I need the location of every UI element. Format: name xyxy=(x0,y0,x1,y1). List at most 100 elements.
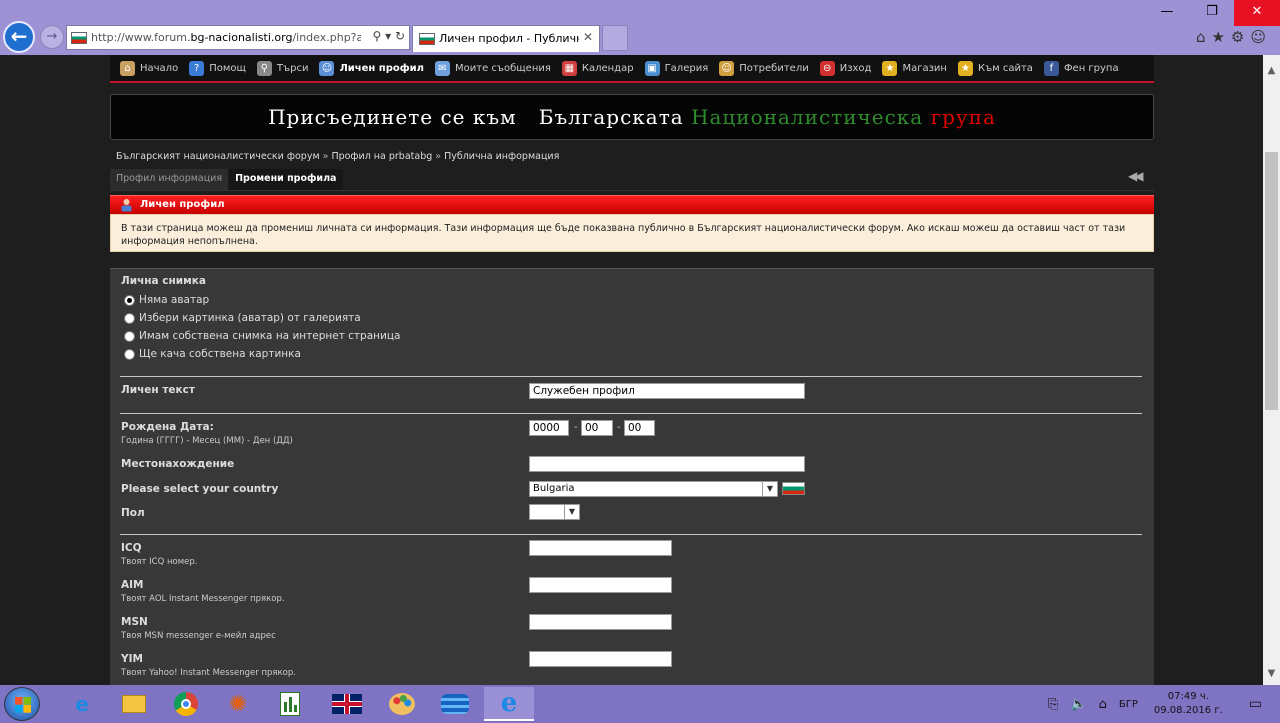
menu-item-6[interactable]: ▣ Галерия xyxy=(644,60,709,76)
back-button[interactable]: ← xyxy=(3,21,35,53)
volume-icon[interactable]: 🔈 xyxy=(1070,697,1086,712)
show-hidden-icon[interactable]: ⌂ xyxy=(1099,697,1107,712)
avatar-option-label: Избери картинка (аватар) от галерията xyxy=(139,312,361,324)
gender-select[interactable]: ▼ xyxy=(529,504,580,520)
forward-button[interactable]: → xyxy=(40,25,64,49)
scroll-down-icon[interactable]: ▼ xyxy=(1263,668,1280,679)
chrome-icon[interactable] xyxy=(161,687,211,721)
radio-upload[interactable] xyxy=(124,348,135,360)
windows-taskbar: e ✺ e ⎘ 🔈 ⌂ БГР 07:49 ч. 09.08.2016 г. ▭ xyxy=(0,685,1280,723)
menu-item-label: Галерия xyxy=(664,62,709,74)
new-tab-button[interactable] xyxy=(602,25,628,51)
birthdate-hint: Година (ГГГГ) - Месец (ММ) - Ден (ДД) xyxy=(121,436,293,446)
address-actions-icon[interactable]: ⚲ ▾ ↻ xyxy=(373,29,406,43)
gallery-icon: ▣ xyxy=(644,60,660,76)
menu-item-5[interactable]: ▦ Календар xyxy=(561,60,634,76)
menu-item-10[interactable]: ★ Към сайта xyxy=(957,60,1033,76)
avatar-option-none[interactable]: Няма аватар xyxy=(124,294,209,306)
avatar-option-upload[interactable]: Ще кача собствена картинка xyxy=(124,348,301,360)
close-window-button[interactable]: ✕ xyxy=(1234,0,1280,26)
avatar-option-gallery[interactable]: Избери картинка (аватар) от галерията xyxy=(124,312,361,324)
menu-item-label: Изход xyxy=(839,62,872,74)
icq-hint: Твоят ICQ номер. xyxy=(121,557,198,567)
section-title: Личен профил xyxy=(140,199,225,210)
icq-input[interactable] xyxy=(529,540,672,556)
breadcrumb-profile[interactable]: Профил на prbatabg xyxy=(331,151,432,162)
menu-item-0[interactable]: ⌂ Начало xyxy=(120,60,178,76)
paint-icon[interactable]: ✺ xyxy=(213,687,263,721)
chevron-down-icon: ▼ xyxy=(564,505,579,519)
personal-text-input[interactable]: Служебен профил xyxy=(529,383,805,399)
user-icon xyxy=(121,199,132,212)
notification-icon[interactable]: ▭ xyxy=(1249,696,1262,712)
aim-input[interactable] xyxy=(529,577,672,593)
menu-item-label: Фен група xyxy=(1063,62,1119,74)
minimize-button[interactable]: — xyxy=(1144,0,1190,26)
country-select[interactable]: Bulgaria ▼ xyxy=(529,481,778,497)
menu-item-11[interactable]: f Фен група xyxy=(1043,60,1119,76)
scroll-thumb[interactable] xyxy=(1265,152,1278,410)
tab-profile-info[interactable]: Профил информация xyxy=(110,169,230,190)
birth-year-input[interactable]: 0000 xyxy=(529,420,569,436)
uk-flag-icon[interactable] xyxy=(322,687,372,721)
location-input[interactable] xyxy=(529,456,805,472)
menu-item-1[interactable]: ? Помощ xyxy=(189,60,246,76)
menu-item-3[interactable]: ☺ Личен профил xyxy=(319,60,424,76)
msn-hint: Твоя MSN messenger е-мейл адрес xyxy=(121,631,276,641)
language-indicator[interactable]: БГР xyxy=(1119,699,1138,710)
logout-icon: ⊖ xyxy=(819,60,835,76)
site-star-icon: ★ xyxy=(957,60,973,76)
yim-input[interactable] xyxy=(529,651,672,667)
tab-edit-profile[interactable]: Промени профила xyxy=(229,169,344,190)
home-icon: ⌂ xyxy=(120,60,135,76)
ie-icon[interactable]: e xyxy=(484,687,534,721)
avatar-option-label: Имам собствена снимка на интернет страни… xyxy=(139,330,401,342)
radio-url[interactable] xyxy=(124,330,135,342)
avatar-option-url[interactable]: Имам собствена снимка на интернет страни… xyxy=(124,330,400,342)
vertical-scrollbar[interactable]: ▲ ▼ xyxy=(1263,55,1280,685)
aim-label: AIM xyxy=(121,579,144,591)
avatar-option-label: Ще кача собствена картинка xyxy=(139,348,301,360)
menu-item-9[interactable]: ★ Магазин xyxy=(882,60,947,76)
browser-tab[interactable]: Личен профил - Публичн... ✕ xyxy=(412,25,600,52)
charts-icon[interactable] xyxy=(265,687,315,721)
radio-gallery[interactable] xyxy=(124,312,135,324)
birth-month-input[interactable]: 00 xyxy=(581,420,613,436)
bulgaria-flag-icon xyxy=(782,482,805,495)
birth-day-input[interactable]: 00 xyxy=(624,420,655,436)
menu-item-4[interactable]: ✉ Моите съобщения xyxy=(435,60,551,76)
breadcrumb-public-info[interactable]: Публична информация xyxy=(444,151,559,162)
tab-title: Личен профил - Публичн... xyxy=(439,32,579,45)
address-bar[interactable]: http://www.forum.bg-nacionalisti.org/ind… xyxy=(66,25,410,50)
country-label: Please select your country xyxy=(121,483,279,495)
stack-icon[interactable] xyxy=(430,687,480,721)
msn-input[interactable] xyxy=(529,614,672,630)
page-viewport: ⌂ Начало ? Помощ ⚲ Търси ☺ Личен профил ✉ Моите с… xyxy=(0,55,1263,685)
collapse-icon[interactable]: ◀◀ xyxy=(1128,169,1144,183)
explorer-icon[interactable] xyxy=(109,687,159,721)
start-button[interactable] xyxy=(4,687,40,721)
profile-subtabs: Профил информация Промени профила xyxy=(110,169,344,190)
country-value: Bulgaria xyxy=(533,483,575,494)
help-icon: ? xyxy=(189,60,205,76)
tab-close-icon[interactable]: ✕ xyxy=(583,30,593,44)
divider xyxy=(120,413,1142,414)
scroll-up-icon[interactable]: ▲ xyxy=(1263,65,1280,76)
breadcrumb-forum[interactable]: Българският националистически форум xyxy=(116,151,320,162)
menu-item-label: Търси xyxy=(276,62,309,74)
palette-icon[interactable] xyxy=(377,687,427,721)
menu-item-7[interactable]: ☺ Потребители xyxy=(719,60,809,76)
menu-item-2[interactable]: ⚲ Търси xyxy=(256,60,309,76)
network-icon[interactable]: ⎘ xyxy=(1048,697,1058,712)
menu-item-8[interactable]: ⊖ Изход xyxy=(819,60,872,76)
join-banner[interactable]: Присъединете се към Българската Национал… xyxy=(110,94,1154,140)
clock[interactable]: 07:49 ч. 09.08.2016 г. xyxy=(1154,690,1223,718)
maximize-button[interactable]: ❐ xyxy=(1190,0,1234,26)
browser-toolbar-icons[interactable]: ⌂★⚙☺ xyxy=(1196,28,1272,46)
edge-icon[interactable]: e xyxy=(57,687,107,721)
banner-text-2: Българската xyxy=(538,105,684,129)
menu-item-label: Магазин xyxy=(902,62,947,74)
msn-label: MSN xyxy=(121,616,148,628)
radio-none[interactable] xyxy=(124,294,135,306)
menu-item-label: Моите съобщения xyxy=(455,62,551,74)
